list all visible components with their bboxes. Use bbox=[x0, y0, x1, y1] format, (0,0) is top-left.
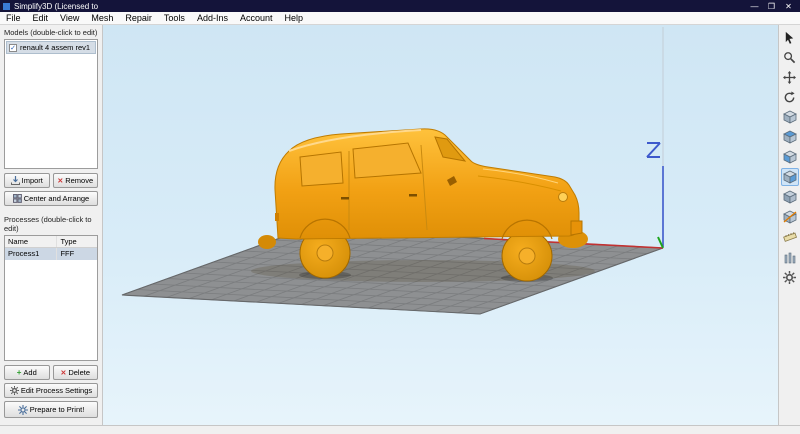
import-icon bbox=[10, 176, 20, 185]
cross-section-icon bbox=[782, 210, 797, 224]
default-view-icon-button[interactable] bbox=[781, 108, 799, 126]
door-handle-front bbox=[409, 194, 417, 197]
left-sidebar: Models (double-click to edit) ✓ renault … bbox=[0, 25, 103, 425]
zoom-icon-button[interactable] bbox=[781, 48, 799, 66]
pan-icon-button[interactable] bbox=[781, 68, 799, 86]
front-view-icon-button[interactable] bbox=[781, 148, 799, 166]
far-rear-fender bbox=[258, 235, 276, 249]
zoom-icon bbox=[784, 51, 796, 63]
build-scene bbox=[103, 27, 778, 425]
ruler-icon bbox=[782, 232, 797, 242]
window-title: Simplify3D (Licensed to bbox=[14, 1, 99, 11]
process-type-cell: FFF bbox=[60, 249, 75, 258]
menu-edit[interactable]: Edit bbox=[27, 12, 55, 25]
default-view-cube-icon bbox=[782, 110, 797, 124]
headlight bbox=[558, 192, 568, 202]
app-logo-icon bbox=[3, 2, 10, 10]
center-arrange-button[interactable]: Center and Arrange bbox=[4, 191, 98, 206]
rear-light bbox=[275, 213, 279, 221]
remove-button[interactable]: ✕ Remove bbox=[52, 173, 98, 188]
menu-mesh[interactable]: Mesh bbox=[85, 12, 119, 25]
select-cursor-icon bbox=[785, 31, 794, 44]
front-view-cube-icon bbox=[782, 150, 797, 164]
close-button[interactable]: ✕ bbox=[780, 0, 797, 12]
remove-icon: ✕ bbox=[57, 177, 64, 185]
ruler-icon-button[interactable] bbox=[781, 228, 799, 246]
processes-panel-label: Processes (double-click to edit) bbox=[4, 215, 92, 233]
edit-process-settings-button[interactable]: Edit Process Settings bbox=[4, 383, 98, 398]
menu-tools[interactable]: Tools bbox=[158, 12, 191, 25]
front-bumper bbox=[570, 220, 583, 236]
processes-table-header: Name Type bbox=[5, 236, 97, 248]
menu-account[interactable]: Account bbox=[234, 12, 279, 25]
select-cursor-icon-button[interactable] bbox=[781, 28, 799, 46]
viewport-3d[interactable] bbox=[103, 25, 778, 425]
rotate-view-icon-button[interactable] bbox=[781, 88, 799, 106]
settings-gear-icon bbox=[9, 386, 19, 395]
menu-file[interactable]: File bbox=[0, 12, 27, 25]
side-view-icon-button[interactable] bbox=[780, 168, 799, 186]
iso-view-icon-button[interactable] bbox=[781, 188, 799, 206]
column-header-type: Type bbox=[60, 237, 77, 246]
machine-control-gear-icon bbox=[783, 270, 796, 284]
import-button[interactable]: Import bbox=[4, 173, 50, 188]
delete-icon: ✕ bbox=[60, 369, 67, 377]
menu-addins[interactable]: Add-Ins bbox=[191, 12, 234, 25]
add-icon: + bbox=[16, 368, 22, 377]
process-name-cell: Process1 bbox=[5, 248, 58, 260]
rotate-view-icon bbox=[784, 90, 795, 102]
rear-window bbox=[299, 151, 344, 187]
add-process-button[interactable]: + Add bbox=[4, 365, 50, 380]
print-gear-icon bbox=[17, 404, 28, 415]
status-bar bbox=[0, 425, 800, 434]
process-row[interactable]: Process1 FFF bbox=[5, 248, 97, 260]
iso-view-cube-icon bbox=[782, 190, 797, 204]
axis-z-label-glyph bbox=[646, 142, 661, 158]
title-bar: Simplify3D (Licensed to — ❐ ✕ bbox=[0, 0, 800, 12]
column-header-name: Name bbox=[5, 236, 58, 247]
model-list-item[interactable]: ✓ renault 4 assem rev1 bbox=[6, 41, 96, 54]
maximize-button[interactable]: ❐ bbox=[763, 0, 780, 12]
side-view-cube-icon bbox=[782, 170, 797, 184]
prepare-to-print-button[interactable]: Prepare to Print! bbox=[4, 401, 98, 418]
top-view-cube-icon bbox=[782, 130, 797, 144]
supports-icon-button[interactable] bbox=[781, 248, 799, 266]
machine-control-icon-button[interactable] bbox=[781, 268, 799, 286]
center-arrange-icon bbox=[12, 194, 22, 203]
door-window bbox=[352, 142, 422, 179]
menu-help[interactable]: Help bbox=[279, 12, 310, 25]
menu-bar: File Edit View Mesh Repair Tools Add-Ins… bbox=[0, 12, 800, 25]
pan-icon bbox=[783, 70, 796, 84]
models-list[interactable]: ✓ renault 4 assem rev1 bbox=[4, 39, 98, 169]
right-toolbar bbox=[778, 25, 800, 425]
model-name: renault 4 assem rev1 bbox=[20, 43, 91, 52]
processes-table[interactable]: Name Type Process1 FFF bbox=[4, 235, 98, 361]
minimize-button[interactable]: — bbox=[746, 0, 763, 12]
cross-section-icon-button[interactable] bbox=[781, 208, 799, 226]
delete-process-button[interactable]: ✕ Delete bbox=[52, 365, 98, 380]
models-panel-label: Models (double-click to edit) bbox=[4, 28, 98, 37]
menu-view[interactable]: View bbox=[54, 12, 85, 25]
top-view-icon-button[interactable] bbox=[781, 128, 799, 146]
menu-repair[interactable]: Repair bbox=[119, 12, 158, 25]
supports-icon bbox=[784, 252, 795, 264]
model-checkbox[interactable]: ✓ bbox=[9, 43, 17, 52]
door-handle-rear bbox=[341, 197, 349, 200]
